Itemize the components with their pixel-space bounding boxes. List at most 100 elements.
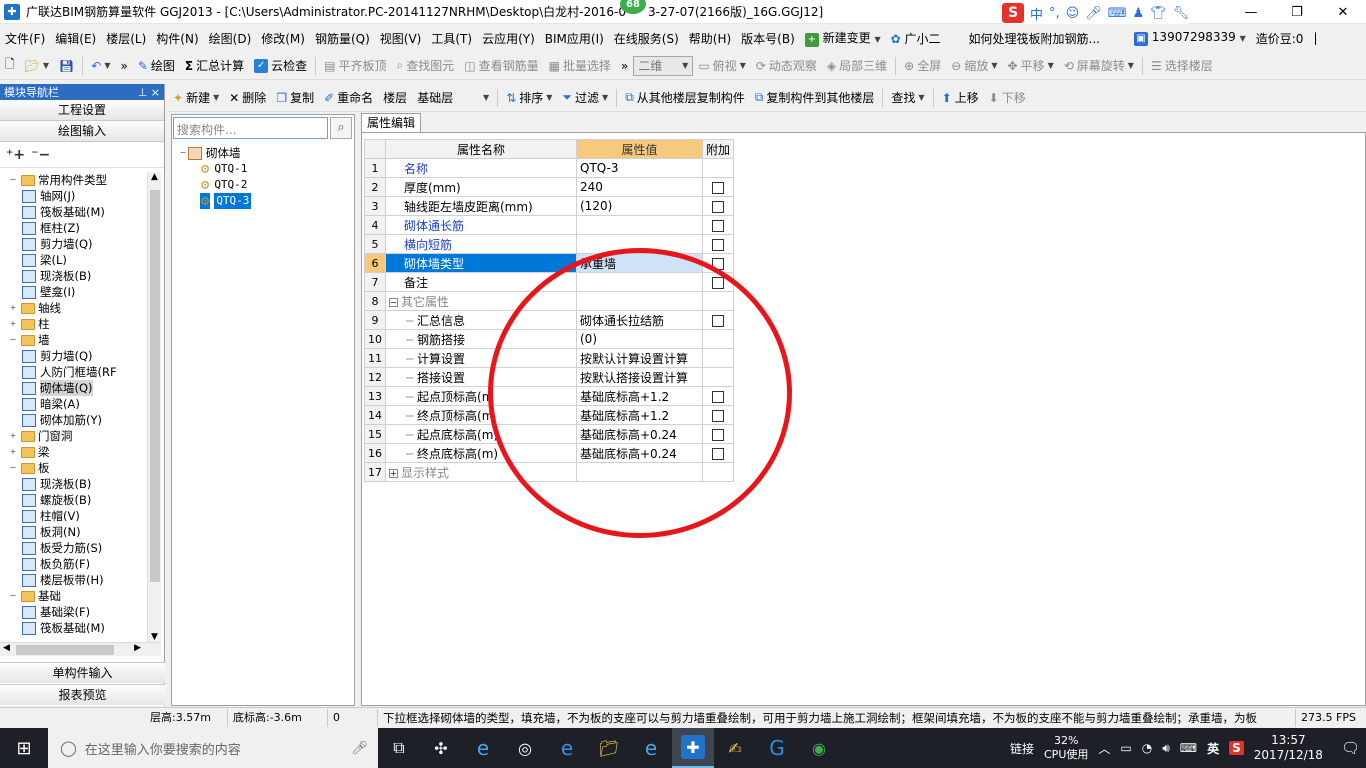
tree-item[interactable]: 螺旋板(B) — [0, 492, 148, 508]
report-preview-button[interactable]: 报表预览 — [0, 684, 165, 705]
tree-item[interactable]: 筏板基础(M) — [0, 620, 148, 636]
keyboard-icon[interactable]: ⌨ — [1180, 741, 1197, 755]
tree-item[interactable]: 楼层板带(H) — [0, 572, 148, 588]
property-value[interactable] — [576, 215, 703, 235]
menu-help[interactable]: 帮助(H) — [684, 30, 736, 47]
single-input-button[interactable]: 单构件输入 — [0, 662, 165, 683]
menu-cloud[interactable]: 云应用(Y) — [477, 30, 540, 47]
microphone-icon[interactable]: 🎤︎ — [1085, 6, 1102, 21]
close-button[interactable]: ✕ — [1320, 0, 1366, 24]
file-explorer-icon[interactable]: 📁︎ — [588, 728, 630, 768]
tree-folder[interactable]: − 常用构件类型 — [0, 172, 148, 188]
view-mode-select[interactable]: 二维 ▼ — [633, 55, 694, 76]
batch-select-button[interactable]: ▦ 批量选择 — [544, 54, 616, 78]
menu-floor[interactable]: 楼层(L) — [101, 30, 151, 47]
green-app-icon[interactable]: ◉ — [798, 728, 840, 768]
delete-button[interactable]: ✕ 删除 — [224, 86, 271, 110]
property-row[interactable]: 4 砌体通长筋 — [364, 215, 735, 235]
project-settings-button[interactable]: 工程设置 — [0, 100, 164, 121]
tree-item[interactable]: 框柱(Z) — [0, 220, 148, 236]
chrome-like-icon[interactable]: ◎ — [504, 728, 546, 768]
sogou-tray-icon[interactable]: S — [1229, 741, 1244, 755]
tree-item[interactable]: 砌体墙(Q) — [0, 380, 148, 396]
expand-icon[interactable]: + — [8, 316, 18, 332]
collapse-icon[interactable]: − — [8, 460, 18, 476]
menu-tools[interactable]: 工具(T) — [426, 30, 477, 47]
drawing-input-button[interactable]: 绘图输入 — [0, 121, 164, 142]
glodon-taskbar-icon[interactable]: ✚ — [672, 728, 714, 768]
new-file-icon[interactable]: 🗋︎ — [0, 54, 20, 78]
component-item-selected[interactable]: ⚙ QTQ-3 — [178, 193, 252, 209]
component-item[interactable]: ⚙ QTQ-1 — [178, 161, 251, 177]
collapse-icon[interactable]: − — [8, 172, 18, 188]
find-button[interactable]: 查找 ▼ — [886, 86, 929, 110]
expand-all-icon[interactable]: ⁺+ — [6, 147, 25, 163]
battery-icon[interactable]: ▭ — [1120, 741, 1131, 755]
view-rebar-button[interactable]: ◫ 查看钢筋量 — [459, 54, 543, 78]
tray-expand-icon[interactable]: ︿ — [1098, 740, 1110, 757]
fullscreen-button[interactable]: ⊕ 全屏 — [899, 54, 946, 78]
zoom-button[interactable]: ⊖ 缩放 ▼ — [946, 54, 1002, 78]
component-item[interactable]: ⚙ QTQ-2 — [178, 177, 251, 193]
menu-bim[interactable]: BIM应用(I) — [540, 30, 609, 47]
top-view-button[interactable]: ▭ 俯视 ▼ — [693, 54, 751, 78]
menu-rebar[interactable]: 钢筋量(Q) — [310, 30, 375, 47]
windows-start-icon[interactable]: ⊞ — [0, 728, 48, 768]
input-lang[interactable]: 英 — [1207, 740, 1219, 757]
volume-icon[interactable]: 🔊︎ — [1162, 741, 1170, 756]
undo-icon[interactable]: ↶ ▼ — [86, 54, 115, 78]
tree-folder[interactable]: − 墙 — [0, 332, 148, 348]
tree-item[interactable]: 暗梁(A) — [0, 396, 148, 412]
user-icon[interactable]: ♟ — [1133, 6, 1145, 21]
menu-modify[interactable]: 修改(M) — [256, 30, 310, 47]
tree-item[interactable]: 筏板基础(M) — [0, 204, 148, 220]
overflow-icon-2[interactable]: » — [616, 54, 633, 78]
tree-item[interactable]: 现浇板(B) — [0, 268, 148, 284]
tree-folder[interactable]: + 梁 — [0, 444, 148, 460]
rename-button[interactable]: ✐ 重命名 — [319, 86, 378, 110]
additional-checkbox[interactable] — [712, 238, 724, 251]
restore-button[interactable]: ❐ — [1274, 0, 1320, 24]
collapse-all-icon[interactable]: ⁻− — [31, 147, 50, 163]
filter-button[interactable]: ⏷ 过滤 ▼ — [557, 86, 613, 110]
ie-icon[interactable]: e — [462, 728, 504, 768]
cloud-check-button[interactable]: ✓ 云检查 — [249, 54, 312, 78]
select-floor-button[interactable]: ☰ 选择楼层 — [1146, 54, 1218, 78]
punctuation-icon[interactable]: °, — [1049, 6, 1060, 21]
expand-icon[interactable]: + — [8, 300, 18, 316]
save-icon[interactable]: 💾︎ — [54, 54, 79, 78]
ime-lang[interactable]: 中 — [1030, 4, 1043, 23]
tree-folder[interactable]: − 板 — [0, 460, 148, 476]
property-row[interactable]: 3 轴线距左墙皮距离(mm) (120) — [364, 196, 735, 216]
tree-item[interactable]: 壁龛(I) — [0, 284, 148, 300]
ie-icon-2[interactable]: e — [630, 728, 672, 768]
tree-item[interactable]: 柱帽(V) — [0, 508, 148, 524]
copy-from-floor-button[interactable]: ⧉ 从其他楼层复制构件 — [620, 86, 750, 110]
tree-item[interactable]: 板负筋(F) — [0, 556, 148, 572]
tree-item[interactable]: 剪力墙(Q) — [0, 236, 148, 252]
guang-xiao-er-button[interactable]: ✿ 广小二 — [886, 30, 946, 47]
tree-horizontal-scrollbar[interactable]: ◀ ▶ — [0, 642, 161, 656]
property-value[interactable]: 240 — [576, 177, 703, 197]
edge-icon[interactable]: e — [546, 728, 588, 768]
additional-checkbox[interactable] — [712, 200, 724, 213]
copy-to-floor-button[interactable]: ⧉ 复制构件到其他楼层 — [750, 86, 880, 110]
copy-button[interactable]: ❐ 复制 — [271, 86, 319, 110]
account-button[interactable]: ▣ 13907298339 ▼ — [1129, 30, 1251, 46]
property-row[interactable]: 1 名称 QTQ-3 — [364, 158, 735, 178]
collapse-icon[interactable]: − — [389, 297, 398, 307]
menu-draw[interactable]: 绘图(D) — [204, 30, 257, 47]
tree-folder[interactable]: + 柱 — [0, 316, 148, 332]
menu-view[interactable]: 视图(V) — [375, 30, 427, 47]
find-element-button[interactable]: ⌕ 查找图元 — [392, 54, 460, 78]
sum-button[interactable]: Σ 汇总计算 — [180, 54, 249, 78]
expand-icon[interactable]: + — [8, 444, 18, 460]
tree-item[interactable]: 现浇板(B) — [0, 476, 148, 492]
local-3d-button[interactable]: ◈ 局部三维 — [822, 54, 892, 78]
notification-center-icon[interactable]: 🗨︎ — [1341, 739, 1360, 757]
wrench-icon[interactable]: 🔧︎ — [1173, 6, 1190, 21]
tree-item[interactable]: 基础梁(F) — [0, 604, 148, 620]
keyboard-icon[interactable]: ⌨ — [1108, 6, 1127, 21]
tree-item[interactable]: 轴网(J) — [0, 188, 148, 204]
tree-folder[interactable]: + 门窗洞 — [0, 428, 148, 444]
